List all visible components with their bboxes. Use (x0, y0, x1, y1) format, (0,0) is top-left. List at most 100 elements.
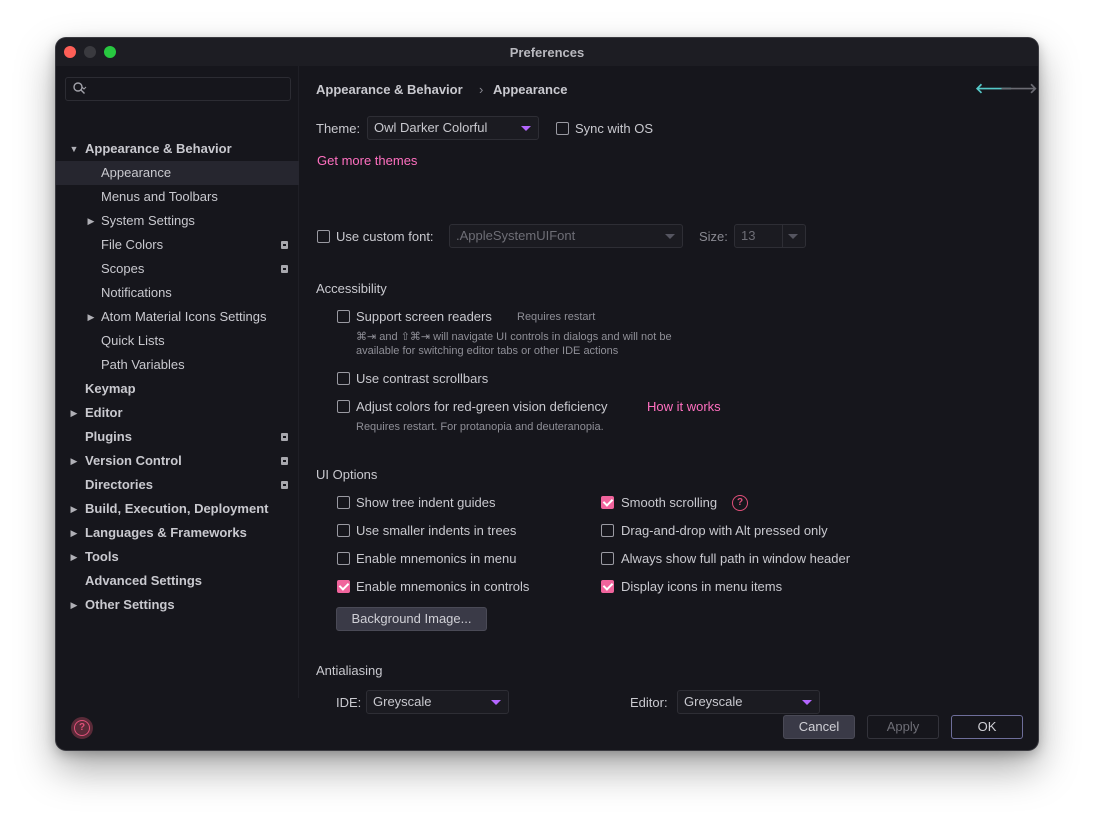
red-green-hint: Requires restart. For protanopia and deu… (356, 421, 604, 433)
expanded-arrow-icon[interactable]: ▼ (69, 137, 79, 161)
title-bar: Preferences (56, 38, 1038, 66)
font-size-select[interactable]: 13 (734, 224, 806, 248)
help-button[interactable]: ? (71, 717, 93, 739)
sidebar-item-label: Appearance & Behavior (85, 141, 232, 156)
theme-select[interactable]: Owl Darker Colorful (367, 116, 539, 140)
sidebar-item-label: Scopes (101, 261, 145, 276)
sidebar-item-directories[interactable]: Directories (56, 473, 299, 497)
collapsed-arrow-icon[interactable]: ▶ (69, 497, 79, 521)
window-title: Preferences (509, 45, 585, 60)
smooth-scrolling-checkbox[interactable] (601, 496, 614, 509)
accessibility-heading: Accessibility (316, 281, 387, 296)
collapsed-arrow-icon[interactable]: ▶ (69, 521, 79, 545)
apply-button[interactable]: Apply (867, 715, 939, 739)
project-level-icon (281, 457, 288, 465)
menu-icons-checkbox[interactable] (601, 580, 614, 593)
font-size-value: 13 (741, 228, 756, 243)
antialiasing-heading: Antialiasing (316, 663, 383, 678)
sidebar-item-keymap[interactable]: Keymap (56, 377, 299, 401)
mnemonics-menu-checkbox[interactable] (337, 552, 350, 565)
chevron-down-icon (802, 700, 812, 705)
custom-font-checkbox[interactable] (317, 230, 330, 243)
sidebar-item-tools[interactable]: ▶ Tools (56, 545, 299, 569)
sidebar-item-notifications[interactable]: Notifications (56, 281, 299, 305)
breadcrumb-separator: › (479, 82, 484, 97)
sidebar-item-label: Build, Execution, Deployment (85, 501, 269, 516)
sidebar-item-label: Version Control (85, 453, 182, 468)
collapsed-arrow-icon[interactable]: ▶ (69, 401, 79, 425)
full-path-header-checkbox[interactable] (601, 552, 614, 565)
requires-restart-note: Requires restart (517, 311, 596, 323)
drag-drop-alt-checkbox[interactable] (601, 524, 614, 537)
sidebar-item-label: Languages & Frameworks (85, 525, 247, 540)
theme-label: Theme: (316, 121, 361, 136)
smooth-scrolling-label: Smooth scrolling (621, 495, 718, 510)
sidebar-item-quick-lists[interactable]: Quick Lists (56, 329, 299, 353)
search-input[interactable] (65, 77, 291, 101)
sidebar-item-label: Keymap (85, 381, 136, 396)
sidebar-item-editor[interactable]: ▶ Editor (56, 401, 299, 425)
project-level-icon (281, 241, 288, 249)
ok-button[interactable]: OK (951, 715, 1023, 739)
breadcrumb-parent[interactable]: Appearance & Behavior (316, 82, 463, 97)
sync-with-os-label: Sync with OS (575, 121, 654, 136)
mnemonics-controls-checkbox[interactable] (337, 580, 350, 593)
sidebar-item-languages-frameworks[interactable]: ▶ Languages & Frameworks (56, 521, 299, 545)
background-image-button[interactable]: Background Image... (336, 607, 487, 631)
help-icon[interactable]: ? (732, 495, 748, 511)
sidebar-item-appearance[interactable]: Appearance (56, 161, 299, 185)
collapsed-arrow-icon[interactable]: ▶ (86, 209, 96, 233)
collapsed-arrow-icon[interactable]: ▶ (69, 593, 79, 617)
collapsed-arrow-icon[interactable]: ▶ (86, 305, 96, 329)
sidebar-item-other-settings[interactable]: ▶ Other Settings (56, 593, 299, 617)
project-level-icon (281, 265, 288, 273)
smaller-indents-checkbox[interactable] (337, 524, 350, 537)
sidebar-item-advanced-settings[interactable]: Advanced Settings (56, 569, 299, 593)
mnemonics-menu-label: Enable mnemonics in menu (356, 551, 517, 566)
collapsed-arrow-icon[interactable]: ▶ (69, 545, 79, 569)
sidebar-item-label: Plugins (85, 429, 132, 444)
ide-antialiasing-label: IDE: (336, 695, 362, 710)
how-it-works-link[interactable]: How it works (647, 399, 721, 414)
sidebar-item-label: Other Settings (85, 597, 175, 612)
sidebar-item-build-execution-deployment[interactable]: ▶ Build, Execution, Deployment (56, 497, 299, 521)
sidebar-item-menus-toolbars[interactable]: Menus and Toolbars (56, 185, 299, 209)
sidebar-item-label: System Settings (101, 213, 195, 228)
editor-antialiasing-select[interactable]: Greyscale (677, 690, 820, 714)
cancel-button[interactable]: Cancel (783, 715, 855, 739)
get-more-themes-link[interactable]: Get more themes (317, 153, 417, 168)
chevron-down-icon (788, 234, 798, 239)
screen-readers-hint-line2: available for switching editor tabs or o… (356, 345, 619, 357)
sidebar-item-scopes[interactable]: Scopes (56, 257, 299, 281)
tree-indent-guides-label: Show tree indent guides (356, 495, 496, 510)
sidebar-item-path-variables[interactable]: Path Variables (56, 353, 299, 377)
screen-readers-checkbox[interactable] (337, 310, 350, 323)
sidebar-item-appearance-behavior[interactable]: ▼ Appearance & Behavior (56, 137, 299, 161)
ide-antialiasing-value: Greyscale (373, 694, 432, 709)
tree-indent-guides-checkbox[interactable] (337, 496, 350, 509)
font-select[interactable]: .AppleSystemUIFont (449, 224, 683, 248)
collapsed-arrow-icon[interactable]: ▶ (69, 449, 79, 473)
settings-content: Appearance & Behavior › Appearance 🡐 🡒 T… (300, 66, 1038, 714)
sidebar-item-label: Tools (85, 549, 119, 564)
sidebar-item-file-colors[interactable]: File Colors (56, 233, 299, 257)
red-green-checkbox[interactable] (337, 400, 350, 413)
sidebar-item-plugins[interactable]: Plugins (56, 425, 299, 449)
mnemonics-controls-label: Enable mnemonics in controls (356, 579, 530, 594)
arrow-right-icon[interactable]: 🡒 (1000, 80, 1038, 97)
project-level-icon (281, 481, 288, 489)
ide-antialiasing-select[interactable]: Greyscale (366, 690, 509, 714)
sidebar-item-system-settings[interactable]: ▶ System Settings (56, 209, 299, 233)
sync-with-os-checkbox[interactable] (556, 122, 569, 135)
combo-separator (782, 225, 783, 247)
smaller-indents-label: Use smaller indents in trees (356, 523, 517, 538)
screen-readers-label: Support screen readers (356, 309, 492, 324)
sidebar-item-atom-material-icons[interactable]: ▶ Atom Material Icons Settings (56, 305, 299, 329)
red-green-label: Adjust colors for red-green vision defic… (356, 399, 608, 414)
project-level-icon (281, 433, 288, 441)
contrast-scrollbars-checkbox[interactable] (337, 372, 350, 385)
sidebar-item-version-control[interactable]: ▶ Version Control (56, 449, 299, 473)
chevron-down-icon (491, 700, 501, 705)
sidebar-item-label: Quick Lists (101, 333, 165, 348)
preferences-window: Preferences ▼ Appearance & Behavior Appe… (56, 38, 1038, 750)
